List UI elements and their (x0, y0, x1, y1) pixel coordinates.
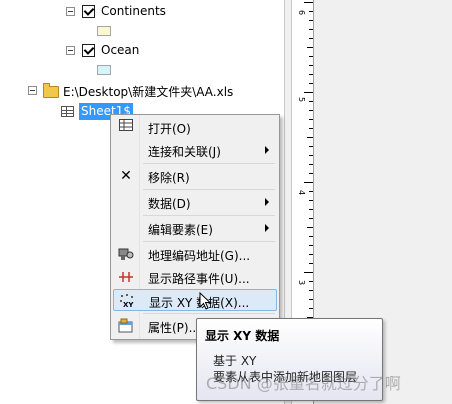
menu-item-label: 编辑要素(E) (148, 223, 213, 237)
ruler-tick (307, 47, 313, 48)
ruler-tick (309, 191, 313, 192)
ruler-tick (309, 200, 313, 201)
ruler-tick (309, 20, 313, 21)
ruler-tick (309, 263, 313, 264)
menu-item-label: 打开(O) (148, 122, 191, 136)
ruler-tick (304, 272, 313, 273)
ruler-tick (309, 128, 313, 129)
geocode-icon (118, 246, 134, 262)
watermark: CSDN @张量名就过分了啊 (206, 374, 401, 393)
menu-item-route-events[interactable]: 显示路径事件(U)... (113, 266, 277, 288)
collapse-continents-toggle[interactable] (66, 7, 75, 16)
ruler-tick (309, 308, 313, 309)
submenu-arrow-icon (265, 224, 269, 232)
continents-symbol-swatch[interactable] (97, 26, 111, 36)
menu-item-label: 连接和关联(J) (148, 145, 221, 159)
table-icon (61, 106, 74, 117)
ruler-number: 4 (297, 190, 306, 196)
xy-data-icon: XY (119, 293, 135, 309)
ruler-tick (309, 209, 313, 210)
menu-item-joins-relates[interactable]: 连接和关联(J) (113, 139, 277, 161)
ocean-layer-label[interactable]: Ocean (101, 43, 139, 57)
ruler-tick (309, 155, 313, 156)
ruler-number: 5 (297, 97, 306, 103)
ruler-tick (309, 83, 313, 84)
continents-layer-label[interactable]: Continents (101, 4, 166, 18)
menu-item-remove[interactable]: ✕ 移除(R) (113, 165, 277, 187)
ruler-tick (309, 65, 313, 66)
menu-separator (143, 189, 275, 190)
submenu-arrow-icon (265, 198, 269, 206)
menu-item-data[interactable]: 数据(D) (113, 191, 277, 213)
collapse-workspace-toggle[interactable] (28, 86, 37, 95)
menu-separator (143, 313, 275, 314)
menu-item-open[interactable]: 打开(O) (113, 116, 277, 138)
ruler-tick (309, 29, 313, 30)
menu-item-display-xy-data[interactable]: XY 显示 XY 数据(X)... (113, 289, 277, 311)
submenu-arrow-icon (265, 146, 269, 154)
context-menu: 打开(O) 连接和关联(J) ✕ 移除(R) 数据(D) 编辑要素(E) 地理编… (110, 114, 280, 340)
mouse-cursor-icon (199, 292, 212, 310)
ruler-tick (309, 218, 313, 219)
ruler-tick (309, 56, 313, 57)
menu-item-label: 显示路径事件(U)... (148, 272, 250, 286)
svg-text:XY: XY (123, 301, 134, 309)
ruler-tick (309, 299, 313, 300)
menu-item-label: 地理编码地址(G)... (148, 249, 251, 263)
menu-item-label: 属性(P)... (148, 321, 201, 335)
ruler-tick (309, 164, 313, 165)
menu-item-edit-features[interactable]: 编辑要素(E) (113, 217, 277, 239)
ruler-tick (309, 290, 313, 291)
ruler-tick (309, 11, 313, 12)
ocean-visibility-checkbox[interactable] (82, 44, 95, 57)
ruler-tick (309, 146, 313, 147)
ruler-tick (304, 92, 313, 93)
ocean-symbol-swatch[interactable] (97, 65, 111, 75)
table-icon (118, 119, 134, 135)
ruler-tick (309, 110, 313, 111)
menu-item-label: 数据(D) (148, 197, 191, 211)
ruler-tick (309, 38, 313, 39)
ruler-tick (307, 227, 313, 228)
menu-separator (143, 215, 275, 216)
menu-separator (143, 163, 275, 164)
menu-item-label: 移除(R) (148, 171, 190, 185)
folder-icon (43, 83, 59, 98)
ruler-tick (304, 182, 313, 183)
ruler-tick (307, 137, 313, 138)
ruler-tick (309, 173, 313, 174)
ruler-tick (309, 281, 313, 282)
ruler-tick (309, 74, 313, 75)
ruler-tick (309, 119, 313, 120)
tooltip-title: 显示 XY 数据 (205, 329, 280, 343)
menu-item-geocode[interactable]: 地理编码地址(G)... (113, 243, 277, 265)
ruler-number: 3 (297, 280, 306, 286)
workspace-path-label[interactable]: E:\Desktop\新建文件夹\AA.xls (63, 83, 233, 100)
properties-icon (118, 318, 134, 334)
remove-x-icon: ✕ (120, 168, 132, 184)
route-event-icon (118, 269, 134, 285)
ruler-tick (309, 236, 313, 237)
collapse-ocean-toggle[interactable] (66, 46, 75, 55)
menu-separator (143, 241, 275, 242)
ruler-tick (304, 2, 313, 3)
ruler-tick (309, 101, 313, 102)
ruler-tick (309, 245, 313, 246)
ruler-tick (309, 254, 313, 255)
ruler-number: 6 (297, 10, 306, 16)
continents-visibility-checkbox[interactable] (82, 5, 95, 18)
